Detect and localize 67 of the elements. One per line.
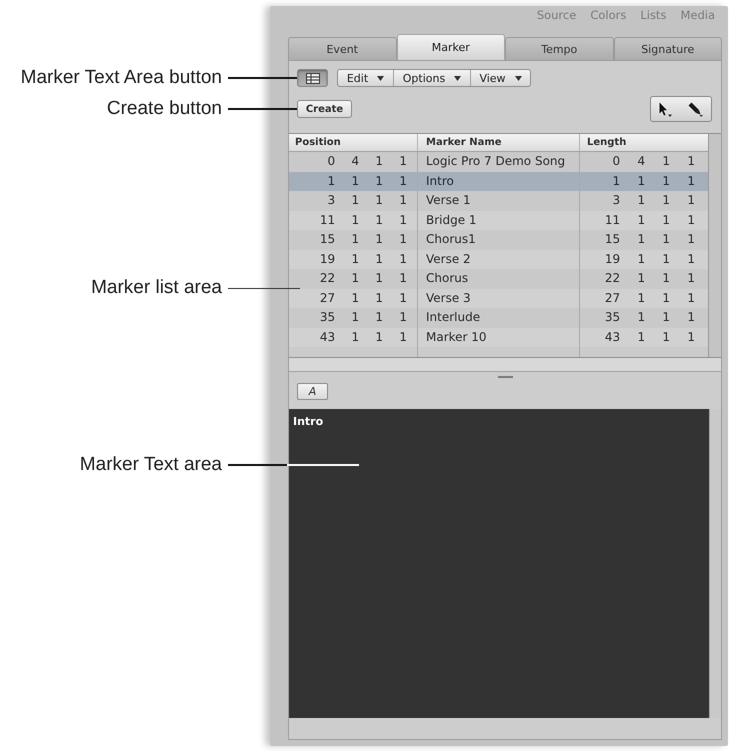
length-cell: 1 1 1 1 bbox=[612, 174, 695, 188]
position-cell: 19 1 1 1 bbox=[320, 252, 407, 266]
length-cell: 11 1 1 1 bbox=[604, 212, 695, 226]
marker-name: Verse 1 bbox=[426, 193, 471, 207]
tab[interactable]: Tempo bbox=[505, 37, 614, 60]
callout-label: Marker list area bbox=[91, 276, 222, 300]
length-cell: 15 1 1 1 bbox=[604, 232, 695, 246]
marker-row[interactable]: 27 1 1 1 Verse 3 27 1 1 1 bbox=[289, 288, 708, 308]
caret-icon bbox=[377, 76, 384, 80]
font-button[interactable]: A bbox=[297, 383, 328, 400]
text-area-button[interactable] bbox=[297, 69, 328, 87]
marker-name: Verse 3 bbox=[426, 290, 471, 304]
column-header[interactable]: Length bbox=[587, 137, 626, 148]
create-button[interactable]: Create bbox=[297, 100, 352, 118]
position-cell: 27 1 1 1 bbox=[320, 290, 407, 304]
marker-row[interactable]: 19 1 1 1 Verse 2 19 1 1 1 bbox=[289, 250, 708, 269]
pointer-icon bbox=[659, 102, 672, 116]
tab[interactable]: Event bbox=[288, 37, 396, 60]
callout-label: Marker Text area bbox=[80, 453, 222, 477]
pencil-icon bbox=[688, 102, 703, 116]
caret-icon bbox=[514, 76, 522, 80]
marker-name: Chorus1 bbox=[426, 232, 476, 246]
resize-handle[interactable] bbox=[498, 376, 512, 378]
marker-row[interactable]: 11 1 1 1 Bridge 1 11 1 1 1 bbox=[289, 210, 708, 230]
list-icon bbox=[306, 72, 320, 84]
length-cell: 35 1 1 1 bbox=[604, 310, 695, 324]
leader-line bbox=[228, 108, 297, 110]
scrollbar-track[interactable] bbox=[289, 358, 721, 372]
scrollbar-track[interactable] bbox=[709, 409, 721, 718]
position-cell: 15 1 1 1 bbox=[320, 232, 407, 246]
length-cell: 0 4 1 1 bbox=[612, 154, 695, 168]
marker-name: Chorus bbox=[426, 271, 468, 285]
scrollbar-track[interactable] bbox=[708, 134, 721, 357]
column-header[interactable]: Marker Name bbox=[426, 137, 502, 148]
marker-name: Verse 2 bbox=[426, 252, 471, 266]
menu-button[interactable]: View bbox=[471, 70, 530, 86]
position-cell: 0 4 1 1 bbox=[328, 154, 407, 168]
menu-button[interactable]: Options bbox=[394, 70, 471, 86]
marker-name: Intro bbox=[426, 174, 454, 188]
tab[interactable]: Marker bbox=[396, 34, 505, 60]
position-cell: 43 1 1 1 bbox=[320, 330, 407, 344]
length-cell: 19 1 1 1 bbox=[604, 252, 695, 266]
marker-name: Interlude bbox=[426, 310, 480, 324]
column-header[interactable]: Position bbox=[295, 137, 341, 148]
position-cell: 22 1 1 1 bbox=[320, 271, 407, 285]
marker-name: Bridge 1 bbox=[426, 212, 477, 226]
callout-label: Create button bbox=[106, 97, 222, 121]
length-cell: 43 1 1 1 bbox=[604, 330, 695, 344]
length-cell: 27 1 1 1 bbox=[604, 290, 695, 304]
menu-button[interactable]: Edit bbox=[338, 70, 394, 86]
length-cell: 22 1 1 1 bbox=[604, 271, 695, 285]
caret-icon bbox=[454, 76, 462, 80]
pencil-tool-button[interactable] bbox=[688, 102, 703, 116]
callout-label: Marker Text Area button bbox=[20, 66, 222, 90]
position-cell: 1 1 1 1 bbox=[328, 174, 407, 188]
position-cell: 3 1 1 1 bbox=[328, 193, 407, 207]
marker-name: Marker 10 bbox=[426, 330, 487, 344]
position-cell: 11 1 1 1 bbox=[320, 212, 407, 226]
tab[interactable]: Signature bbox=[614, 37, 722, 60]
marker-row[interactable]: 1 1 1 1 Intro 1 1 1 1 bbox=[289, 172, 708, 191]
position-cell: 35 1 1 1 bbox=[320, 310, 407, 324]
leader-line bbox=[228, 77, 297, 79]
marker-name: Logic Pro 7 Demo Song bbox=[426, 154, 566, 168]
marker-text-field[interactable]: Intro bbox=[289, 409, 709, 718]
pointer-tool-button[interactable] bbox=[659, 102, 672, 116]
marker-row[interactable]: 43 1 1 1 Marker 10 43 1 1 1 bbox=[289, 328, 708, 347]
length-cell: 3 1 1 1 bbox=[612, 193, 695, 207]
